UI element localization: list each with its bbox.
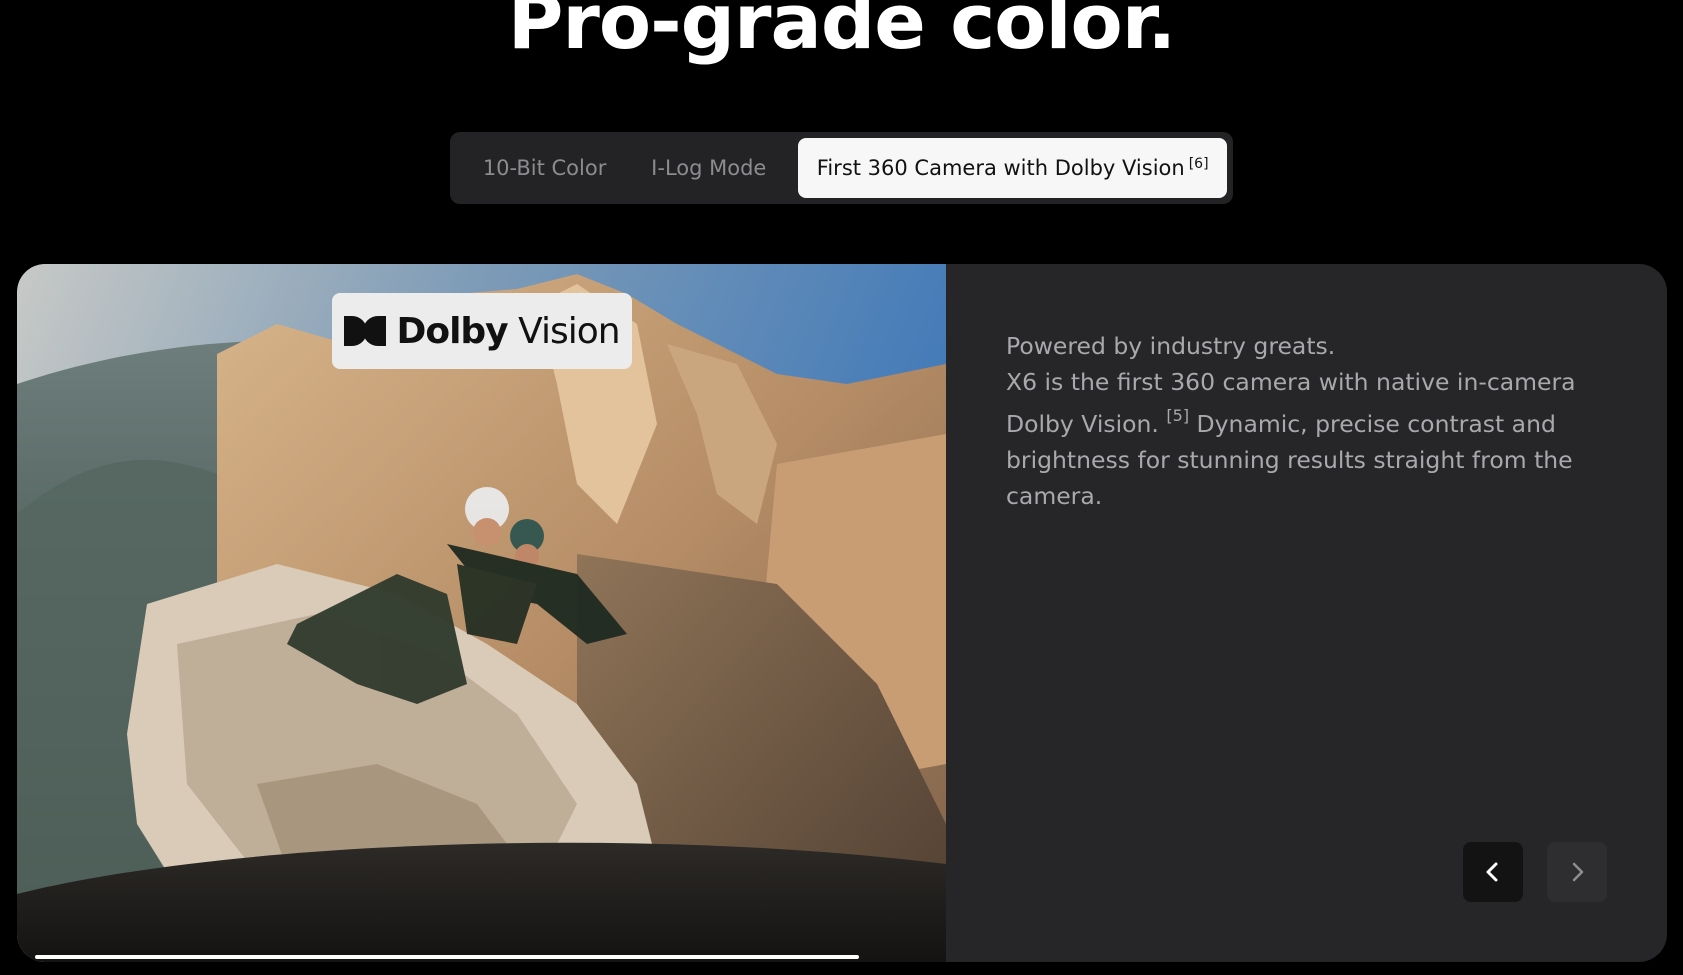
tab-label: First 360 Camera with Dolby Vision (816, 156, 1185, 180)
dolby-wordmark: Dolby Vision (396, 310, 620, 352)
tab-i-log-mode[interactable]: I-Log Mode (627, 138, 790, 198)
dolby-vision-badge: Dolby Vision (332, 293, 632, 369)
description-footnote: [5] (1166, 406, 1190, 425)
previous-slide-button[interactable] (1463, 842, 1523, 902)
tab-footnote: [6] (1188, 156, 1209, 172)
video-progress-bar (35, 955, 859, 959)
section-headline: Pro-grade color. (507, 0, 1177, 66)
feature-tab-bar: 10-Bit Color I-Log Mode First 360 Camera… (450, 132, 1233, 204)
dolby-logo-icon (344, 316, 387, 346)
page: Pro-grade color. 10-Bit Color I-Log Mode… (0, 0, 1683, 975)
next-slide-button[interactable] (1547, 842, 1607, 902)
feature-description: Powered by industry greats. X6 is the fi… (1006, 328, 1606, 514)
chevron-right-icon (1572, 862, 1584, 882)
tab-dolby-vision[interactable]: First 360 Camera with Dolby Vision [6] (798, 138, 1227, 198)
tab-10-bit-color[interactable]: 10-Bit Color (462, 138, 627, 198)
feature-card: Dolby Vision Powered by industry greats.… (17, 264, 1667, 962)
description-body: X6 is the first 360 camera with native i… (1006, 368, 1576, 510)
tab-label: I-Log Mode (651, 156, 767, 180)
feature-image: Dolby Vision (17, 264, 946, 962)
tab-label: 10-Bit Color (482, 156, 607, 180)
description-line-1: Powered by industry greats. (1006, 332, 1336, 360)
chevron-left-icon (1486, 862, 1498, 882)
